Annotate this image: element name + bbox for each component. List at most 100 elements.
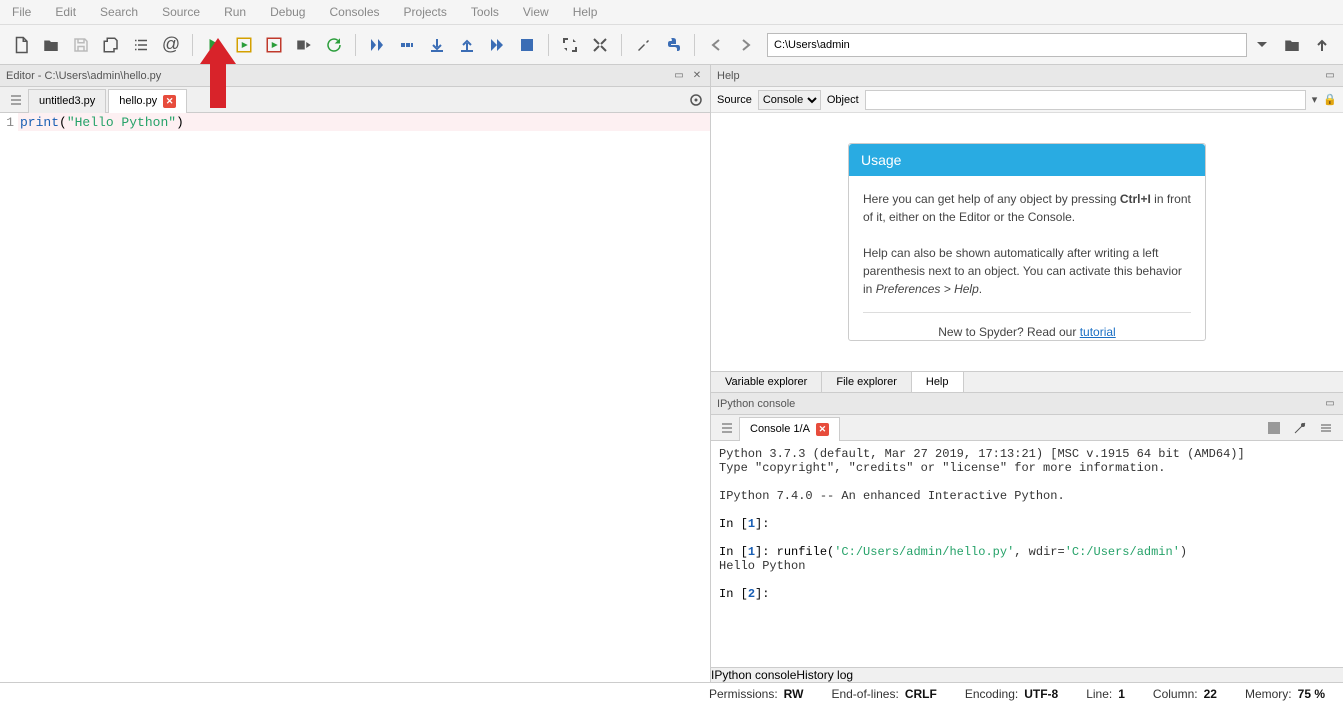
pane-undock-icon[interactable]: ▭ bbox=[1323, 397, 1337, 411]
tab-help[interactable]: Help bbox=[912, 372, 964, 392]
rerun-icon[interactable] bbox=[321, 32, 347, 58]
help-source-row: Source Console Object ▾ 🔒 bbox=[711, 87, 1343, 113]
debug-step-icon[interactable] bbox=[364, 32, 390, 58]
menu-debug[interactable]: Debug bbox=[258, 2, 317, 22]
debug-run-icon[interactable] bbox=[394, 32, 420, 58]
editor-pane: Editor - C:\Users\admin\hello.py ▭ ✕ unt… bbox=[0, 65, 711, 682]
menu-search[interactable]: Search bbox=[88, 2, 150, 22]
console-clear-icon[interactable] bbox=[1291, 419, 1309, 437]
fullscreen-icon[interactable] bbox=[587, 32, 613, 58]
browse-folder-icon[interactable] bbox=[1279, 32, 1305, 58]
console-pane: IPython console ▭ Console 1/A ✕ Python bbox=[711, 392, 1343, 682]
help-tutorial-line: New to Spyder? Read our tutorial bbox=[863, 323, 1191, 341]
tab-list-icon[interactable] bbox=[6, 90, 26, 110]
nav-back-icon[interactable] bbox=[703, 32, 729, 58]
tab-variable-explorer[interactable]: Variable explorer bbox=[711, 372, 822, 392]
pane-undock-icon[interactable]: ▭ bbox=[672, 69, 686, 83]
help-pane-title: Help bbox=[717, 70, 740, 82]
tab-label: hello.py bbox=[119, 95, 157, 107]
menu-file[interactable]: File bbox=[0, 2, 43, 22]
right-pane: Help ▭ Source Console Object ▾ 🔒 Usage H… bbox=[711, 65, 1343, 682]
maximize-pane-icon[interactable] bbox=[557, 32, 583, 58]
menu-consoles[interactable]: Consoles bbox=[317, 2, 391, 22]
save-file-icon[interactable] bbox=[68, 32, 94, 58]
lock-icon[interactable]: 🔒 bbox=[1323, 93, 1337, 106]
help-para1: Here you can get help of any object by p… bbox=[863, 190, 1191, 226]
console-pane-title: IPython console bbox=[717, 398, 795, 410]
main-area: Editor - C:\Users\admin\hello.py ▭ ✕ unt… bbox=[0, 65, 1343, 682]
help-para2: Help can also be shown automatically aft… bbox=[863, 244, 1191, 298]
close-tab-icon[interactable]: ✕ bbox=[816, 423, 829, 436]
console-options-icon[interactable] bbox=[1317, 419, 1335, 437]
editor-options-icon[interactable] bbox=[686, 90, 706, 110]
close-tab-icon[interactable]: ✕ bbox=[163, 95, 176, 108]
tab-history-log[interactable]: History log bbox=[796, 668, 853, 682]
object-input[interactable] bbox=[865, 90, 1306, 110]
run-icon[interactable] bbox=[201, 32, 227, 58]
status-eol: End-of-lines:CRLF bbox=[831, 687, 936, 701]
console-output[interactable]: Python 3.7.3 (default, Mar 27 2019, 17:1… bbox=[711, 441, 1343, 667]
source-select[interactable]: Console bbox=[758, 90, 821, 110]
nav-forward-icon[interactable] bbox=[733, 32, 759, 58]
preferences-icon[interactable] bbox=[630, 32, 656, 58]
editor-tabs: untitled3.py hello.py ✕ bbox=[0, 87, 710, 113]
at-icon[interactable]: @ bbox=[158, 32, 184, 58]
parent-dir-icon[interactable] bbox=[1309, 32, 1335, 58]
menu-run[interactable]: Run bbox=[212, 2, 258, 22]
editor-body[interactable]: 1 print("Hello Python") bbox=[0, 113, 710, 682]
help-bottom-tabs: Variable explorer File explorer Help bbox=[711, 371, 1343, 392]
status-permissions: Permissions:RW bbox=[709, 687, 803, 701]
help-card-title: Usage bbox=[849, 144, 1205, 176]
new-file-icon[interactable] bbox=[8, 32, 34, 58]
menu-projects[interactable]: Projects bbox=[392, 2, 459, 22]
menu-view[interactable]: View bbox=[511, 2, 561, 22]
object-dropdown-icon[interactable]: ▾ bbox=[1312, 93, 1318, 106]
debug-stop-icon[interactable] bbox=[514, 32, 540, 58]
source-label: Source bbox=[717, 94, 752, 106]
tab-ipython-console[interactable]: IPython console bbox=[711, 668, 796, 682]
pane-undock-icon[interactable]: ▭ bbox=[1323, 69, 1337, 83]
tab-label: untitled3.py bbox=[39, 95, 95, 107]
line-gutter: 1 bbox=[0, 113, 18, 682]
menu-edit[interactable]: Edit bbox=[43, 2, 88, 22]
debug-stepinto-icon[interactable] bbox=[424, 32, 450, 58]
help-usage-card: Usage Here you can get help of any objec… bbox=[848, 143, 1206, 341]
tutorial-link[interactable]: tutorial bbox=[1080, 325, 1116, 339]
tab-label: Console 1/A bbox=[750, 423, 810, 435]
run-cell-advance-icon[interactable] bbox=[261, 32, 287, 58]
open-file-icon[interactable] bbox=[38, 32, 64, 58]
console-tab-1a[interactable]: Console 1/A ✕ bbox=[739, 417, 840, 441]
debug-stepout-icon[interactable] bbox=[454, 32, 480, 58]
status-column: Column:22 bbox=[1153, 687, 1217, 701]
object-label: Object bbox=[827, 94, 859, 106]
working-directory-input[interactable] bbox=[767, 33, 1247, 57]
console-list-icon[interactable] bbox=[717, 418, 737, 438]
menu-tools[interactable]: Tools bbox=[459, 2, 511, 22]
console-tabs: Console 1/A ✕ bbox=[711, 415, 1343, 441]
debug-continue-icon[interactable] bbox=[484, 32, 510, 58]
console-stop-icon[interactable] bbox=[1265, 419, 1283, 437]
status-line: Line:1 bbox=[1086, 687, 1125, 701]
menu-bar: File Edit Search Source Run Debug Consol… bbox=[0, 0, 1343, 25]
python-path-icon[interactable] bbox=[660, 32, 686, 58]
pane-close-icon[interactable]: ✕ bbox=[690, 69, 704, 83]
status-memory: Memory:75 % bbox=[1245, 687, 1325, 701]
status-bar: Permissions:RW End-of-lines:CRLF Encodin… bbox=[0, 682, 1343, 705]
code-area[interactable]: print("Hello Python") bbox=[18, 113, 710, 682]
save-all-icon[interactable] bbox=[98, 32, 124, 58]
editor-tab-untitled3[interactable]: untitled3.py bbox=[28, 89, 106, 113]
console-bottom-tabs: IPython console History log bbox=[711, 667, 1343, 682]
editor-tab-hello[interactable]: hello.py ✕ bbox=[108, 89, 187, 113]
path-dropdown-icon[interactable] bbox=[1249, 32, 1275, 58]
console-pane-header: IPython console ▭ bbox=[711, 393, 1343, 415]
run-selection-icon[interactable] bbox=[291, 32, 317, 58]
editor-pane-title: Editor - C:\Users\admin\hello.py bbox=[6, 70, 161, 82]
menu-source[interactable]: Source bbox=[150, 2, 212, 22]
menu-help[interactable]: Help bbox=[561, 2, 610, 22]
editor-pane-header: Editor - C:\Users\admin\hello.py ▭ ✕ bbox=[0, 65, 710, 87]
help-pane-header: Help ▭ bbox=[711, 65, 1343, 87]
tab-file-explorer[interactable]: File explorer bbox=[822, 372, 912, 392]
list-icon[interactable] bbox=[128, 32, 154, 58]
status-encoding: Encoding:UTF-8 bbox=[965, 687, 1058, 701]
run-cell-icon[interactable] bbox=[231, 32, 257, 58]
